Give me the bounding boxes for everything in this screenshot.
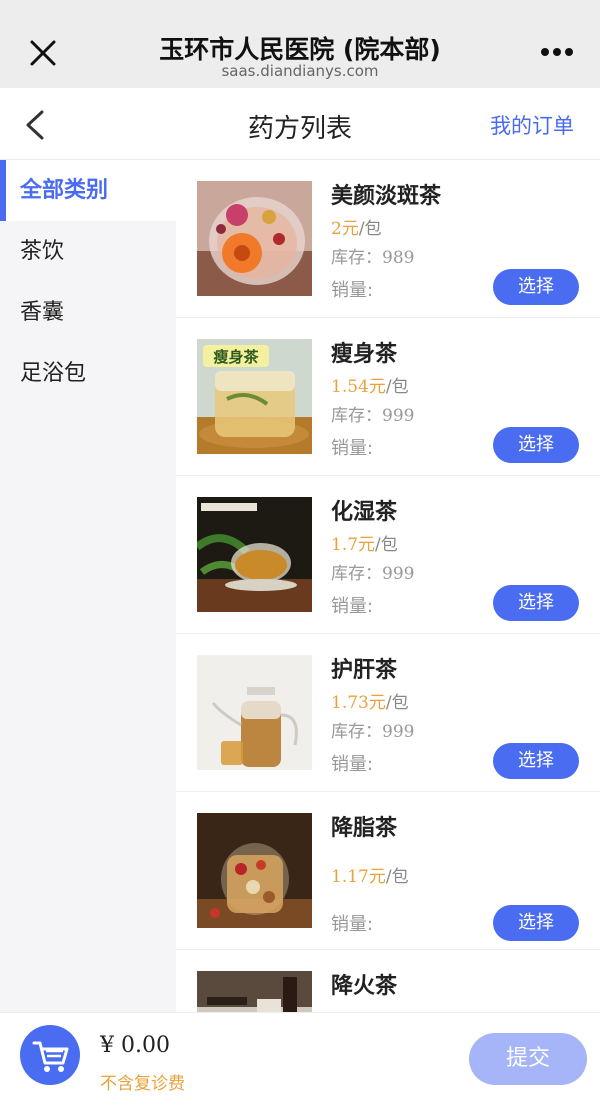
sidebar-item-footbath[interactable]: 足浴包 [0,343,176,404]
price-unit: /包 [385,693,409,713]
price-unit: /包 [385,867,409,887]
select-button[interactable]: 选择 [493,585,579,621]
navigation-header: 药方列表 我的订单 [0,88,600,160]
stock-label: 库存： [331,564,382,584]
product-image [197,655,312,770]
price-unit: /包 [385,377,409,397]
fee-note: 不含复诊费 [100,1074,185,1094]
more-dots-icon[interactable] [540,46,574,58]
product-image [197,813,312,928]
stock-label: 库存： [331,406,382,426]
submit-button[interactable]: 提交 [469,1033,587,1085]
sidebar-item-sachet[interactable]: 香囊 [0,282,176,343]
product-name: 护肝茶 [331,658,398,683]
product-name: 降脂茶 [331,816,398,841]
product-list: 美颜淡斑茶 2元/包 库存：989 销量: 选择 瘦身茶 瘦身茶 1.54元/包… [176,160,600,1012]
product-sales: 销量: [331,754,374,775]
cart-icon[interactable] [20,1025,80,1085]
price-value: 2元 [331,219,359,239]
wechat-title-bar: 玉环市人民医院 (院本部) saas.diandianys.com [0,0,600,88]
product-price: 1.7元/包 [331,530,398,555]
checkout-bar: ¥ 0.00 不含复诊费 提交 [0,1012,600,1111]
select-button[interactable]: 选择 [493,743,579,779]
list-item: 降火茶 [176,950,600,1012]
total-price: ¥ 0.00 [100,1033,170,1058]
stock-value: 999 [382,406,415,426]
price-value: 1.7元 [331,535,376,555]
stock-label: 库存： [331,248,382,268]
product-stock: 库存：989 [331,243,414,268]
select-button[interactable]: 选择 [493,427,579,463]
product-image: 瘦身茶 [197,339,312,454]
product-price: 1.73元/包 [331,688,409,713]
product-image [197,971,312,1012]
page-domain: saas.diandianys.com [221,62,379,80]
price-value: 1.54元 [331,377,386,397]
price-value: 1.73元 [331,693,386,713]
product-name: 降火茶 [331,974,398,999]
product-stock: 库存：999 [331,401,414,426]
product-stock: 库存：999 [331,717,414,742]
product-name: 化湿茶 [331,500,398,525]
product-price: 1.54元/包 [331,372,409,397]
category-sidebar: 全部类别 茶饮 香囊 足浴包 [0,160,176,1012]
list-item: 降脂茶 1.17元/包 销量: 选择 [176,792,600,950]
product-name: 瘦身茶 [331,342,398,367]
product-sales: 销量: [331,596,374,617]
list-item: 化湿茶 1.7元/包 库存：999 销量: 选择 [176,476,600,634]
price-unit: /包 [375,535,398,555]
product-stock: 库存：999 [331,559,414,584]
product-image [197,497,312,612]
product-price: 2元/包 [331,214,382,239]
select-button[interactable]: 选择 [493,905,579,941]
product-price: 1.17元/包 [331,862,409,887]
stock-value: 989 [382,248,415,268]
stock-value: 999 [382,564,415,584]
stock-value: 999 [382,722,415,742]
select-button[interactable]: 选择 [493,269,579,305]
my-orders-link[interactable]: 我的订单 [490,110,574,140]
list-item: 美颜淡斑茶 2元/包 库存：989 销量: 选择 [176,160,600,318]
product-sales: 销量: [331,438,374,459]
list-item: 护肝茶 1.73元/包 库存：999 销量: 选择 [176,634,600,792]
price-unit: /包 [358,219,382,239]
sidebar-item-tea[interactable]: 茶饮 [0,221,176,282]
list-item: 瘦身茶 瘦身茶 1.54元/包 库存：999 销量: 选择 [176,318,600,476]
thumb-caption: 瘦身茶 [213,348,259,366]
page-app-title: 玉环市人民医院 (院本部) [159,35,441,64]
price-value: 1.17元 [331,867,386,887]
product-sales: 销量: [331,280,374,301]
product-image [197,181,312,296]
sidebar-item-all[interactable]: 全部类别 [0,160,176,221]
product-sales: 销量: [331,914,374,935]
stock-label: 库存： [331,722,382,742]
product-name: 美颜淡斑茶 [331,184,442,209]
